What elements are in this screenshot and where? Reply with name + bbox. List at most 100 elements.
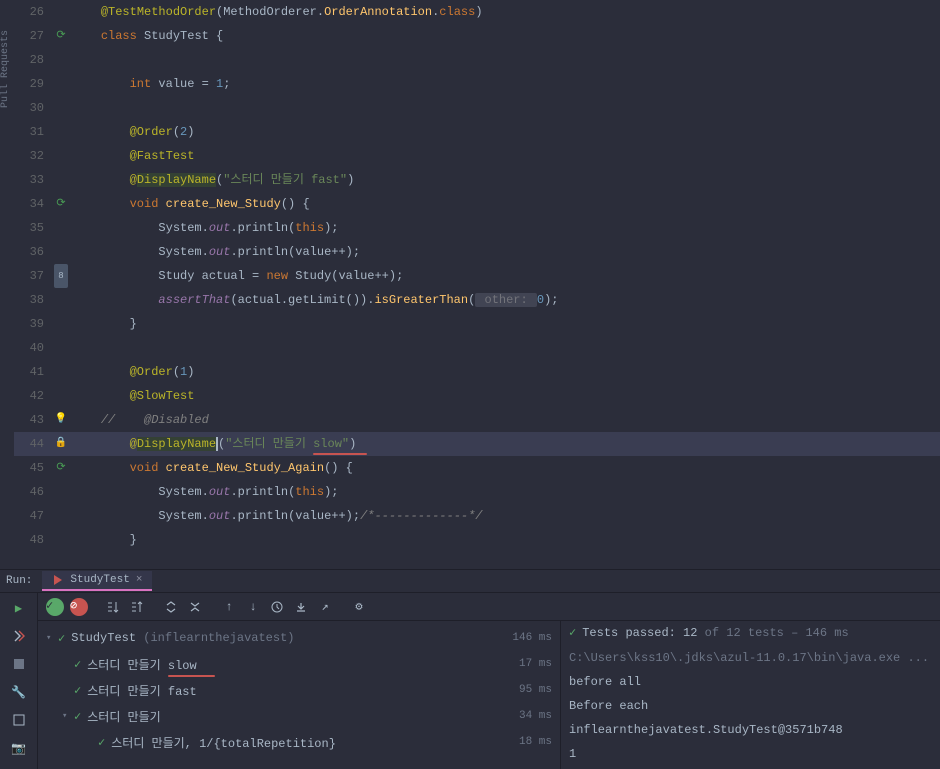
close-icon[interactable]: ×	[136, 574, 143, 586]
settings-button[interactable]: ⚙	[348, 596, 370, 618]
tree-arrow-icon[interactable]: ▾	[46, 633, 58, 643]
code-line-35[interactable]: 35 System.out.println(this);	[14, 216, 940, 240]
test-tree-item[interactable]: ✓스터디 만들기 fast95 ms	[38, 677, 560, 703]
show-passed-button[interactable]: ✓	[44, 596, 66, 618]
sort-duration-button[interactable]	[126, 596, 148, 618]
test-duration: 18 ms	[519, 736, 552, 748]
code-line-33[interactable]: 33 @DisplayName("스터디 만들기 fast")	[14, 168, 940, 192]
layout-button[interactable]	[8, 709, 30, 731]
line-number: 41	[14, 360, 50, 384]
code-content[interactable]: System.out.println(this);	[72, 216, 940, 240]
tree-arrow-icon[interactable]: ▾	[62, 711, 74, 721]
test-label: 스터디 만들기 fast	[87, 682, 519, 699]
gutter-marker: 💡	[50, 408, 72, 432]
line-number: 45	[14, 456, 50, 480]
line-number: 33	[14, 168, 50, 192]
code-content[interactable]: @SlowTest	[72, 384, 940, 408]
code-content[interactable]: }	[72, 312, 940, 336]
code-line-42[interactable]: 42 @SlowTest	[14, 384, 940, 408]
stop-button[interactable]	[8, 653, 30, 675]
line-number: 40	[14, 336, 50, 360]
next-button[interactable]: ↓	[242, 596, 264, 618]
code-line-47[interactable]: 47 System.out.println(value++);/*-------…	[14, 504, 940, 528]
pull-requests-tab[interactable]: Pull Requests	[0, 30, 13, 108]
code-content[interactable]: @FastTest	[72, 144, 940, 168]
code-line-46[interactable]: 46 System.out.println(this);	[14, 480, 940, 504]
test-tree-item[interactable]: ▾✓StudyTest (inflearnthejavatest)146 ms	[38, 625, 560, 651]
code-content[interactable]: // @Disabled	[72, 408, 940, 432]
code-line-38[interactable]: 38 assertThat(actual.getLimit()).isGreat…	[14, 288, 940, 312]
line-number: 32	[14, 144, 50, 168]
code-line-36[interactable]: 36 System.out.println(value++);	[14, 240, 940, 264]
test-passed-icon: ✓	[74, 709, 81, 724]
lock-icon: 🔒	[55, 432, 67, 456]
line-number: 27	[14, 24, 50, 48]
line-number: 47	[14, 504, 50, 528]
code-line-48[interactable]: 48 }	[14, 528, 940, 552]
export-button[interactable]: ↗	[314, 596, 336, 618]
code-content[interactable]: System.out.println(this);	[72, 480, 940, 504]
show-ignored-button[interactable]: ⊘	[68, 596, 90, 618]
left-gutter: Pull Requests	[0, 0, 14, 569]
line-number: 46	[14, 480, 50, 504]
sort-alphabetically-button[interactable]	[102, 596, 124, 618]
code-content[interactable]: class StudyTest {	[72, 24, 940, 48]
code-content[interactable]: Study actual = new Study(value++);	[72, 264, 940, 288]
code-content[interactable]: assertThat(actual.getLimit()).isGreaterT…	[72, 288, 940, 312]
history-button[interactable]	[266, 596, 288, 618]
check-icon: ✓	[569, 625, 576, 640]
test-label: 스터디 만들기, 1/{totalRepetition}	[111, 734, 519, 751]
code-content[interactable]: @DisplayName("스터디 만들기 fast")	[72, 168, 940, 192]
code-content[interactable]: void create_New_Study() {	[72, 192, 940, 216]
run-tab-label: StudyTest	[70, 574, 129, 586]
code-content[interactable]: @DisplayName("스터디 만들기 slow")	[72, 432, 940, 456]
run-tab-studytest[interactable]: StudyTest ×	[42, 571, 152, 591]
gutter-marker: ⟳	[50, 192, 72, 216]
test-passed-icon: ✓	[98, 735, 105, 750]
code-editor[interactable]: 26 @TestMethodOrder(MethodOrderer.OrderA…	[14, 0, 940, 569]
code-line-29[interactable]: 29 int value = 1;	[14, 72, 940, 96]
run-toolbar: ✓ ⊘ ↑ ↓ ↗ ⚙	[38, 593, 940, 621]
line-number: 28	[14, 48, 50, 72]
code-line-31[interactable]: 31 @Order(2)	[14, 120, 940, 144]
test-tree-item[interactable]: ▾✓스터디 만들기34 ms	[38, 703, 560, 729]
collapse-all-button[interactable]	[184, 596, 206, 618]
usage-badge: 8	[54, 264, 67, 288]
code-line-30[interactable]: 30	[14, 96, 940, 120]
expand-all-button[interactable]	[160, 596, 182, 618]
previous-button[interactable]: ↑	[218, 596, 240, 618]
code-content[interactable]: System.out.println(value++);/*----------…	[72, 504, 940, 528]
code-line-44[interactable]: 44🔒 @DisplayName("스터디 만들기 slow")	[14, 432, 940, 456]
console-line: inflearnthejavatest.StudyTest@3571b748	[569, 718, 932, 742]
code-line-39[interactable]: 39 }	[14, 312, 940, 336]
code-line-27[interactable]: 27⟳ class StudyTest {	[14, 24, 940, 48]
code-line-32[interactable]: 32 @FastTest	[14, 144, 940, 168]
tests-status-text: Tests passed: 12 of 12 tests – 146 ms	[582, 626, 848, 640]
code-line-41[interactable]: 41 @Order(1)	[14, 360, 940, 384]
line-number: 42	[14, 384, 50, 408]
code-line-40[interactable]: 40	[14, 336, 940, 360]
test-tree-item[interactable]: ✓스터디 만들기 slow17 ms	[38, 651, 560, 677]
test-tree-item[interactable]: ✓ 스터디 만들기, 1/{totalRepetition}18 ms	[38, 729, 560, 755]
code-content[interactable]: int value = 1;	[72, 72, 940, 96]
code-line-45[interactable]: 45⟳ void create_New_Study_Again() {	[14, 456, 940, 480]
camera-icon[interactable]: 📷	[8, 737, 30, 759]
code-content[interactable]: }	[72, 528, 940, 552]
run-sidebar: ▶ 🔧 📷	[0, 593, 38, 769]
code-content[interactable]: @TestMethodOrder(MethodOrderer.OrderAnno…	[72, 0, 940, 24]
code-line-28[interactable]: 28	[14, 48, 940, 72]
code-content[interactable]: System.out.println(value++);	[72, 240, 940, 264]
code-line-26[interactable]: 26 @TestMethodOrder(MethodOrderer.OrderA…	[14, 0, 940, 24]
code-content[interactable]: @Order(2)	[72, 120, 940, 144]
code-line-37[interactable]: 378 Study actual = new Study(value++);	[14, 264, 940, 288]
import-button[interactable]	[290, 596, 312, 618]
wrench-icon[interactable]: 🔧	[8, 681, 30, 703]
rerun-button[interactable]: ▶	[8, 597, 30, 619]
code-content[interactable]: @Order(1)	[72, 360, 940, 384]
code-content[interactable]: void create_New_Study_Again() {	[72, 456, 940, 480]
code-line-34[interactable]: 34⟳ void create_New_Study() {	[14, 192, 940, 216]
rerun-failed-button[interactable]	[8, 625, 30, 647]
test-tree[interactable]: ▾✓StudyTest (inflearnthejavatest)146 ms✓…	[38, 621, 560, 769]
line-number: 31	[14, 120, 50, 144]
code-line-43[interactable]: 43💡 // @Disabled	[14, 408, 940, 432]
